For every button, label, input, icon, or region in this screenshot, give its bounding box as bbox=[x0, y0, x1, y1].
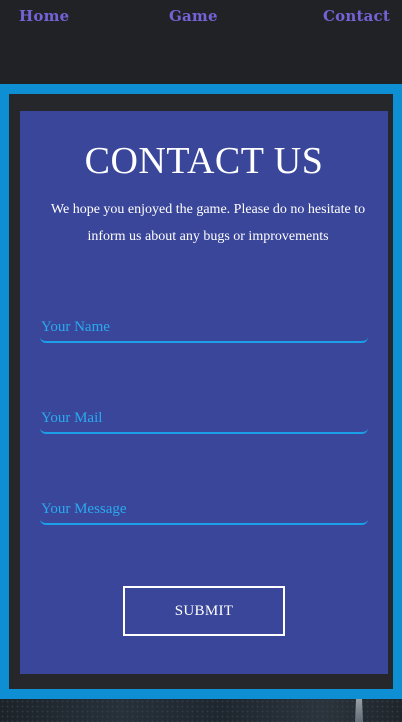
page-title: CONTACT US bbox=[84, 140, 324, 182]
mail-input[interactable] bbox=[40, 404, 368, 434]
nav-link-contact[interactable]: Contact bbox=[323, 7, 390, 25]
name-input[interactable] bbox=[40, 313, 368, 343]
contact-form: CONTACT US We hope you enjoyed the game.… bbox=[20, 111, 388, 674]
submit-button[interactable]: SUBMIT bbox=[123, 586, 285, 636]
message-input[interactable] bbox=[40, 495, 368, 525]
nav-link-game[interactable]: Game bbox=[169, 7, 218, 25]
contact-description: We hope you enjoyed the game. Please do … bbox=[50, 202, 366, 244]
nav-link-home[interactable]: Home bbox=[19, 7, 69, 25]
top-navigation: Home Game Contact bbox=[0, 0, 402, 84]
background-texture-strip bbox=[0, 699, 402, 722]
texture-grain bbox=[0, 699, 402, 722]
